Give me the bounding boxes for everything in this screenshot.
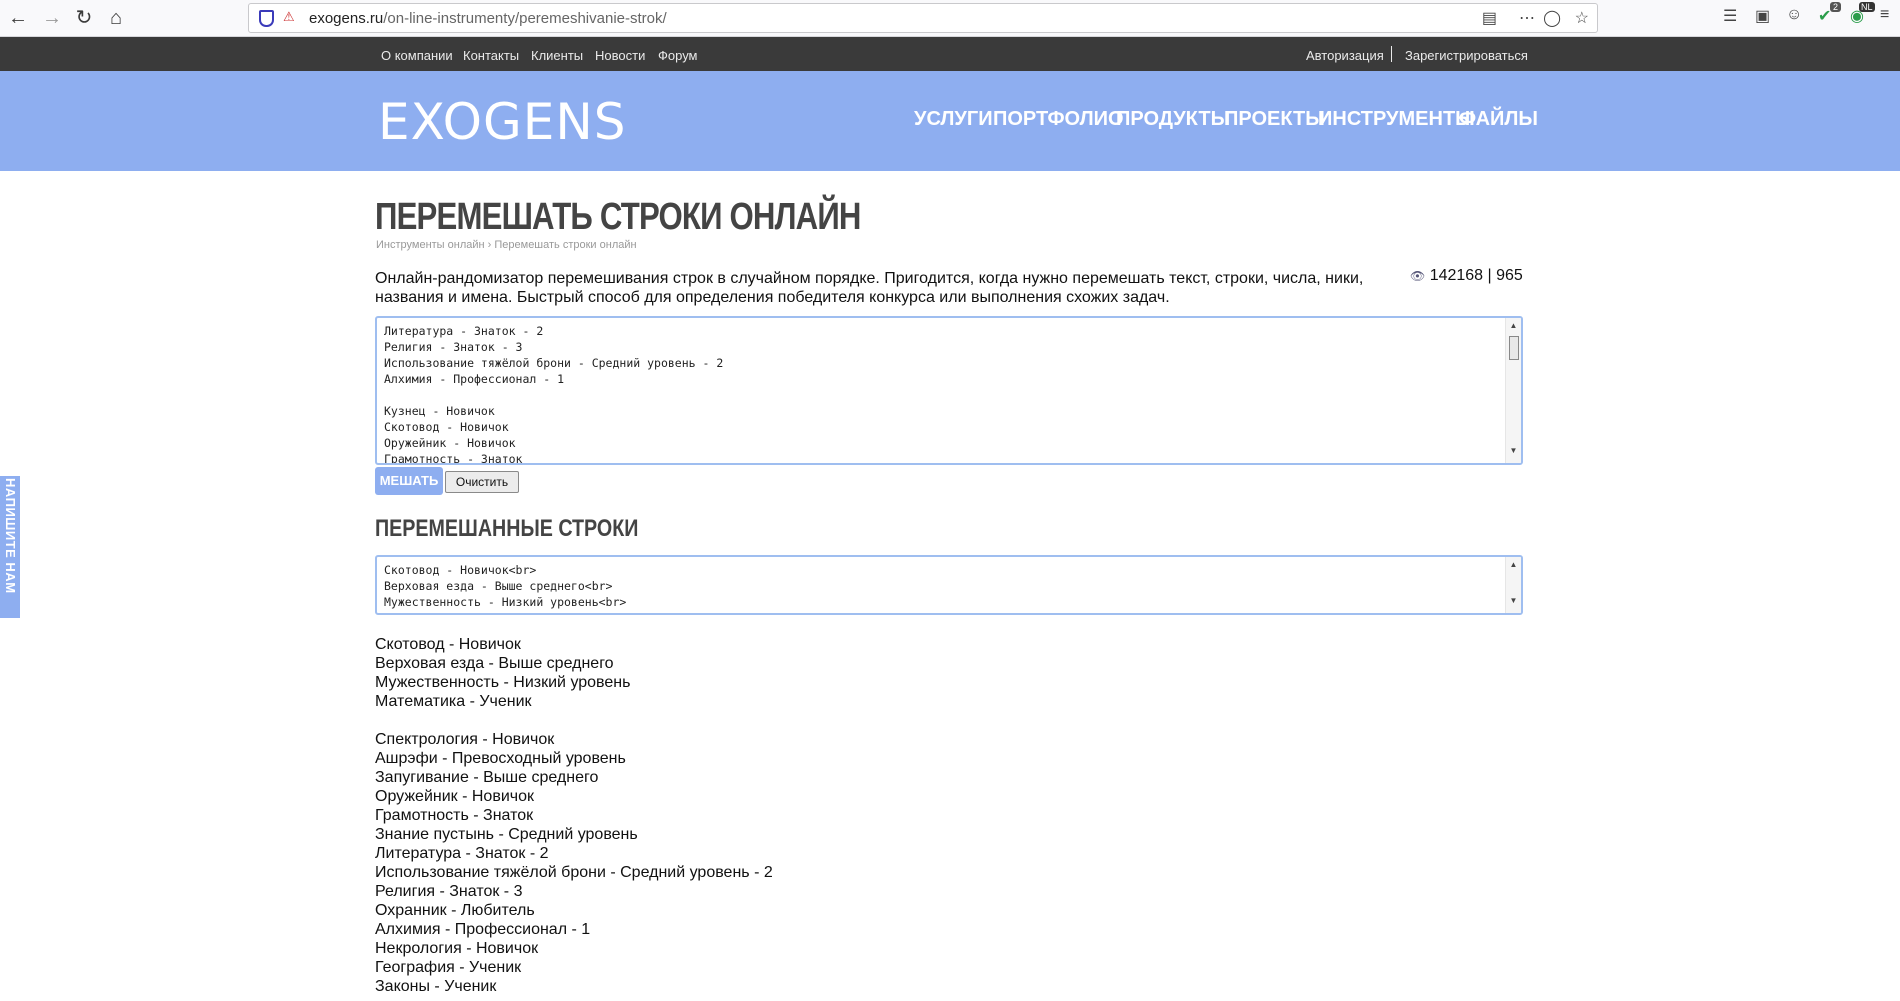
back-icon[interactable]: ← xyxy=(4,4,32,32)
result-scroll-up-icon[interactable]: ▲ xyxy=(1506,560,1521,569)
eye-icon: 👁 xyxy=(1410,269,1426,283)
topnav-contacts[interactable]: Контакты xyxy=(463,48,519,63)
like-count: 965 xyxy=(1496,267,1523,284)
address-bar[interactable]: ⚠ exogens.ru/on-line-instrumenty/peremes… xyxy=(248,3,1598,33)
nav-files[interactable]: ФАЙЛЫ xyxy=(1459,108,1538,131)
extension-badge: 2 xyxy=(1830,2,1842,12)
browser-toolbar: ← → ↻ ⌂ ⚠ exogens.ru/on-line-instrumenty… xyxy=(0,0,1900,37)
reader-view-icon[interactable]: ▤ xyxy=(1482,8,1497,28)
page-actions-icon[interactable]: ⋯ xyxy=(1519,8,1535,28)
nav-tools[interactable]: ИНСТРУМЕНТЫ xyxy=(1318,108,1475,131)
result-scrollbar[interactable]: ▲ ▼ xyxy=(1505,557,1521,613)
site-logo[interactable]: EXOGENS xyxy=(378,93,626,151)
library-icon[interactable]: ☰ xyxy=(1723,6,1737,26)
nav-products[interactable]: ПРОДУКТЫ xyxy=(1116,108,1230,131)
menu-icon[interactable]: ≡ xyxy=(1880,6,1889,24)
scroll-down-icon[interactable]: ▼ xyxy=(1506,446,1521,455)
register-link[interactable]: Зарегистрироваться xyxy=(1405,48,1528,63)
forward-icon[interactable]: → xyxy=(38,4,66,32)
input-textarea[interactable]: Литература - Знаток - 2 Религия - Знаток… xyxy=(375,316,1523,465)
result-list: Скотовод - Новичок Верховая езда - Выше … xyxy=(375,636,773,995)
page-title: ПЕРЕМЕШАТЬ СТРОКИ ОНЛАЙН xyxy=(375,196,861,238)
top-navigation: О компании Контакты Клиенты Новости Фору… xyxy=(0,37,1900,71)
pocket-icon[interactable]: ◯ xyxy=(1543,8,1561,28)
nav-projects[interactable]: ПРОЕКТЫ xyxy=(1224,108,1325,131)
view-stats: 👁 142168 | 965 xyxy=(1410,267,1523,284)
contact-us-label: НАПИШИТЕ НАМ xyxy=(3,478,18,594)
breadcrumb[interactable]: Инструменты онлайн › Перемешать строки о… xyxy=(376,239,637,251)
insecure-lock-icon[interactable]: ⚠ xyxy=(283,9,295,25)
topnav-news[interactable]: Новости xyxy=(595,48,645,63)
topnav-separator xyxy=(1391,46,1392,62)
login-link[interactable]: Авторизация xyxy=(1306,48,1384,63)
result-heading: ПЕРЕМЕШАННЫЕ СТРОКИ xyxy=(375,515,639,542)
view-count: 142168 xyxy=(1429,267,1484,284)
shuffle-button[interactable]: МЕШАТЬ xyxy=(375,467,443,495)
translate-badge: NL xyxy=(1859,2,1875,12)
site-header: EXOGENS УСЛУГИ ПОРТФОЛИО ПРОДУКТЫ ПРОЕКТ… xyxy=(0,71,1900,171)
topnav-clients[interactable]: Клиенты xyxy=(531,48,583,63)
contact-us-tab[interactable]: НАПИШИТЕ НАМ xyxy=(0,476,20,618)
reload-icon[interactable]: ↻ xyxy=(70,4,98,32)
tracking-shield-icon[interactable] xyxy=(259,10,274,27)
home-icon[interactable]: ⌂ xyxy=(102,4,130,32)
page-description: Онлайн-рандомизатор перемешивания строк … xyxy=(375,270,1364,306)
nav-services[interactable]: УСЛУГИ xyxy=(914,108,993,131)
account-icon[interactable]: ☺ xyxy=(1786,6,1802,24)
topnav-about[interactable]: О компании xyxy=(381,48,453,63)
scroll-thumb[interactable] xyxy=(1509,336,1519,360)
result-scroll-down-icon[interactable]: ▼ xyxy=(1506,596,1521,605)
topnav-forum[interactable]: Форум xyxy=(658,48,698,63)
result-textarea[interactable]: Скотовод - Новичок<br> Верховая езда - В… xyxy=(375,555,1523,615)
input-scrollbar[interactable]: ▲ ▼ xyxy=(1505,318,1521,463)
bookmark-star-icon[interactable]: ☆ xyxy=(1575,8,1589,28)
scroll-up-icon[interactable]: ▲ xyxy=(1506,321,1521,330)
clear-button[interactable]: Очистить xyxy=(445,471,519,493)
url-text[interactable]: exogens.ru/on-line-instrumenty/peremeshi… xyxy=(309,10,667,27)
sidebar-icon[interactable]: ▣ xyxy=(1755,6,1770,26)
nav-portfolio[interactable]: ПОРТФОЛИО xyxy=(993,108,1124,131)
result-html-text: Скотовод - Новичок<br> Верховая езда - В… xyxy=(384,563,627,609)
input-text: Литература - Знаток - 2 Религия - Знаток… xyxy=(384,324,724,465)
